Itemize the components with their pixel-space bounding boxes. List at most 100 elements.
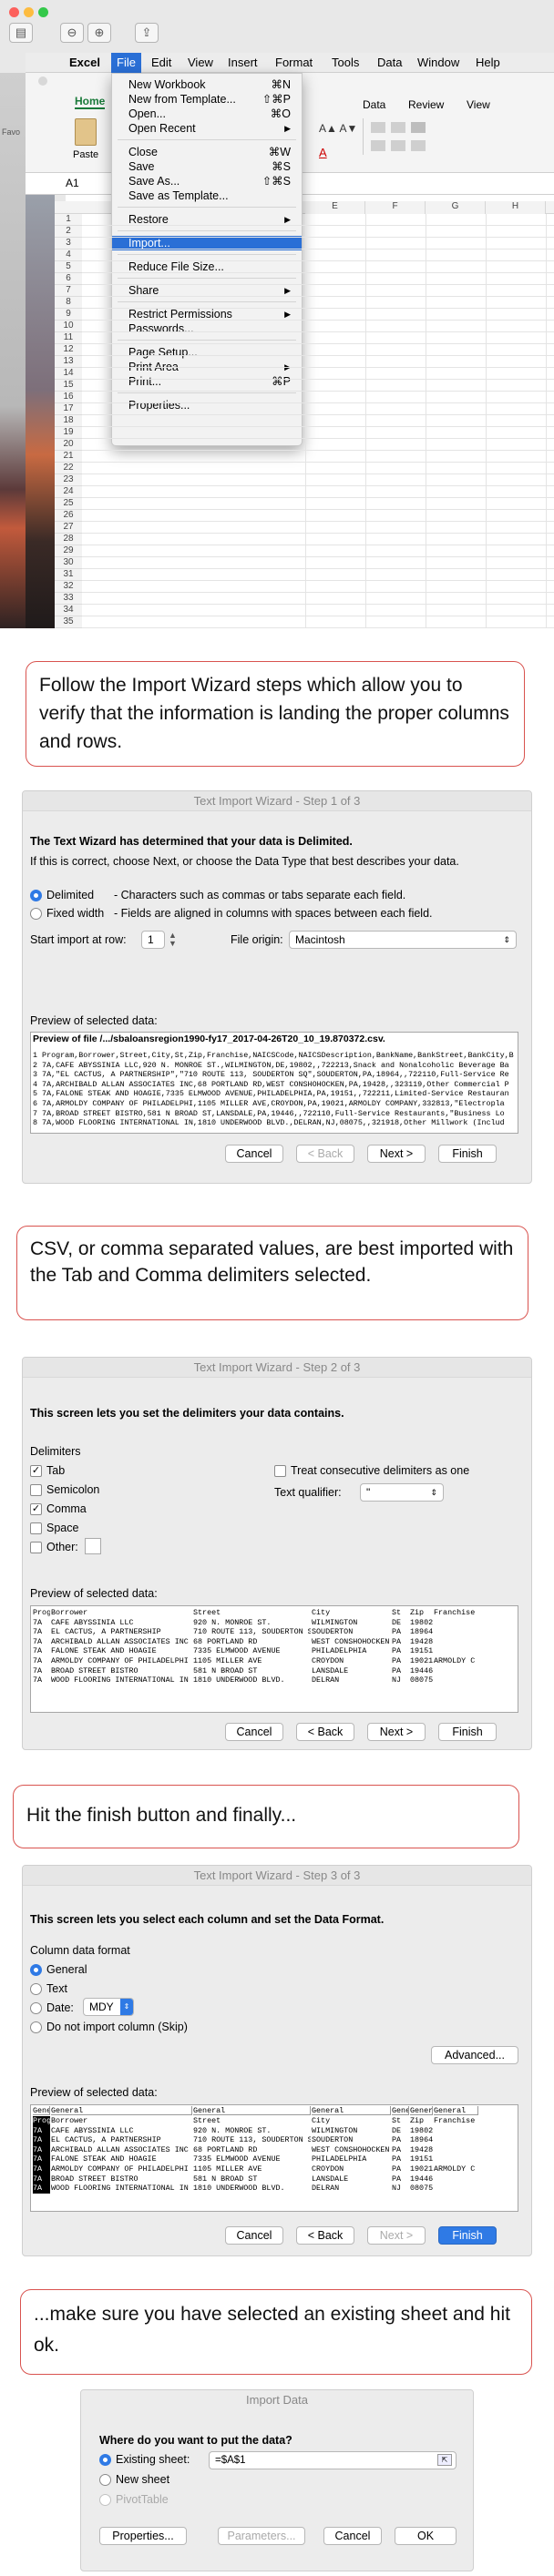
back-button[interactable]: < Back — [296, 1145, 354, 1163]
share-icon[interactable]: ⇪ — [135, 23, 159, 43]
row-header[interactable]: 12 — [55, 344, 82, 356]
fixed-width-radio[interactable] — [30, 908, 42, 920]
paste-icon[interactable] — [75, 118, 97, 146]
tab-home[interactable]: Home — [75, 95, 106, 109]
pivot-radio[interactable] — [99, 2494, 111, 2506]
row-header[interactable]: 1 — [55, 214, 82, 226]
date-radio[interactable] — [30, 2002, 42, 2014]
row-header[interactable]: 34 — [55, 605, 82, 616]
name-box[interactable]: A1 — [66, 177, 79, 189]
menu-item-new-from-template[interactable]: New from Template... ⇧⌘P — [112, 92, 302, 107]
menu-item-passwords[interactable]: Passwords... — [112, 321, 302, 336]
preview-table[interactable]: Program7A7A7A7A7A7A7ABorrowerCAFE ABYSSI… — [30, 1605, 518, 1713]
consecutive-checkbox[interactable] — [274, 1465, 286, 1477]
menu-item-open[interactable]: Open... ⌘O — [112, 107, 302, 121]
row-header[interactable]: 23 — [55, 474, 82, 486]
row-header[interactable]: 35 — [55, 616, 82, 628]
font-size-buttons[interactable]: A▲ A▼ — [319, 122, 357, 135]
column-format-header[interactable]: General — [410, 2106, 433, 2115]
sidebar-icon[interactable]: ▤ — [9, 23, 33, 43]
row-header[interactable]: 26 — [55, 510, 82, 522]
semicolon-label[interactable]: Semicolon — [46, 1483, 99, 1496]
column-header-e[interactable]: E — [305, 201, 365, 214]
row-header[interactable]: 24 — [55, 486, 82, 498]
row-header[interactable]: 2 — [55, 226, 82, 238]
other-label[interactable]: Other: — [46, 1541, 78, 1553]
cancel-button[interactable]: Cancel — [225, 1723, 283, 1741]
menu-item-save-as[interactable]: Save As... ⇧⌘S — [112, 174, 302, 188]
tab-review[interactable]: Review — [408, 98, 444, 111]
tab-label[interactable]: Tab — [46, 1464, 65, 1477]
skip-label[interactable]: Do not import column (Skip) — [46, 2021, 188, 2033]
date-label[interactable]: Date: — [46, 2001, 74, 2014]
row-header[interactable]: 17 — [55, 403, 82, 415]
row-header[interactable]: 15 — [55, 380, 82, 392]
new-sheet-radio[interactable] — [99, 2474, 111, 2486]
preview-box[interactable]: Preview of file /.../sbaloansregion1990-… — [30, 1032, 518, 1134]
app-menu[interactable]: Excel — [69, 56, 100, 69]
date-format-select[interactable]: MDY ⇕ — [83, 1998, 134, 2016]
menu-insert[interactable]: Insert — [228, 56, 258, 69]
menu-item-close[interactable]: Close ⌘W — [112, 145, 302, 159]
row-header[interactable]: 30 — [55, 557, 82, 569]
preview-table[interactable]: GeneralProgram7A7A7A7A7A7A7AGeneralBorro… — [30, 2104, 518, 2212]
column-format-header[interactable]: General — [434, 2106, 478, 2115]
other-checkbox[interactable] — [30, 1542, 42, 1553]
row-header[interactable]: 31 — [55, 569, 82, 581]
finish-button[interactable]: Finish — [438, 1723, 497, 1741]
general-radio[interactable] — [30, 1964, 42, 1976]
space-label[interactable]: Space — [46, 1522, 78, 1534]
row-header[interactable]: 33 — [55, 593, 82, 605]
text-radio[interactable] — [30, 1983, 42, 1995]
finish-button[interactable]: Finish — [438, 1145, 497, 1163]
row-header[interactable]: 7 — [55, 285, 82, 297]
fixed-width-label[interactable]: Fixed width — [46, 907, 104, 920]
semicolon-checkbox[interactable] — [30, 1484, 42, 1496]
general-label[interactable]: General — [46, 1963, 87, 1976]
row-header[interactable]: 4 — [55, 249, 82, 261]
tab-checkbox[interactable]: ✓ — [30, 1465, 42, 1477]
font-color-icon[interactable]: A — [319, 146, 327, 159]
next-button[interactable]: Next > — [367, 2226, 426, 2245]
cancel-button[interactable]: Cancel — [225, 1145, 283, 1163]
zoom-out-icon[interactable]: ⊖ — [60, 23, 84, 43]
close-doc-icon[interactable] — [38, 76, 47, 86]
row-header[interactable]: 11 — [55, 332, 82, 344]
menu-item-print[interactable]: Print... ⌘P — [112, 374, 302, 389]
pivot-label[interactable]: PivotTable — [116, 2493, 169, 2506]
row-header[interactable]: 5 — [55, 261, 82, 273]
new-sheet-label[interactable]: New sheet — [116, 2473, 169, 2486]
existing-sheet-radio[interactable] — [99, 2454, 111, 2466]
back-button[interactable]: < Back — [296, 2226, 354, 2245]
delimited-label[interactable]: Delimited — [46, 889, 94, 901]
row-header[interactable]: 6 — [55, 273, 82, 285]
zoom-window-button[interactable] — [38, 7, 48, 17]
column-format-header[interactable]: General — [33, 2106, 50, 2115]
column-format-header[interactable]: General — [51, 2106, 192, 2115]
row-header[interactable]: 10 — [55, 321, 82, 332]
menu-item-page-setup[interactable]: Page Setup... — [112, 345, 302, 360]
menu-file[interactable]: File — [111, 53, 141, 73]
skip-radio[interactable] — [30, 2021, 42, 2033]
existing-sheet-label[interactable]: Existing sheet: — [116, 2453, 190, 2466]
row-header[interactable]: 8 — [55, 297, 82, 309]
start-row-input[interactable]: 1 — [141, 931, 165, 949]
properties-button[interactable]: Properties... — [99, 2527, 187, 2545]
row-header[interactable]: 21 — [55, 451, 82, 463]
zoom-in-icon[interactable]: ⊕ — [87, 23, 111, 43]
close-window-button[interactable] — [9, 7, 19, 17]
tab-data[interactable]: Data — [363, 98, 385, 111]
column-format-header[interactable]: General — [312, 2106, 391, 2115]
existing-sheet-input[interactable]: =$A$1 ⇱ — [209, 2451, 457, 2469]
paste-label[interactable]: Paste — [73, 149, 98, 160]
column-header-g[interactable]: G — [426, 201, 486, 214]
next-button[interactable]: Next > — [367, 1723, 426, 1741]
advanced-button[interactable]: Advanced... — [431, 2046, 518, 2064]
menu-window[interactable]: Window — [417, 56, 459, 69]
cancel-button[interactable]: Cancel — [323, 2527, 382, 2545]
menu-item-properties[interactable]: Properties... — [112, 398, 302, 412]
space-checkbox[interactable] — [30, 1522, 42, 1534]
back-button[interactable]: < Back — [296, 1723, 354, 1741]
row-header[interactable]: 13 — [55, 356, 82, 368]
row-header[interactable]: 3 — [55, 238, 82, 249]
